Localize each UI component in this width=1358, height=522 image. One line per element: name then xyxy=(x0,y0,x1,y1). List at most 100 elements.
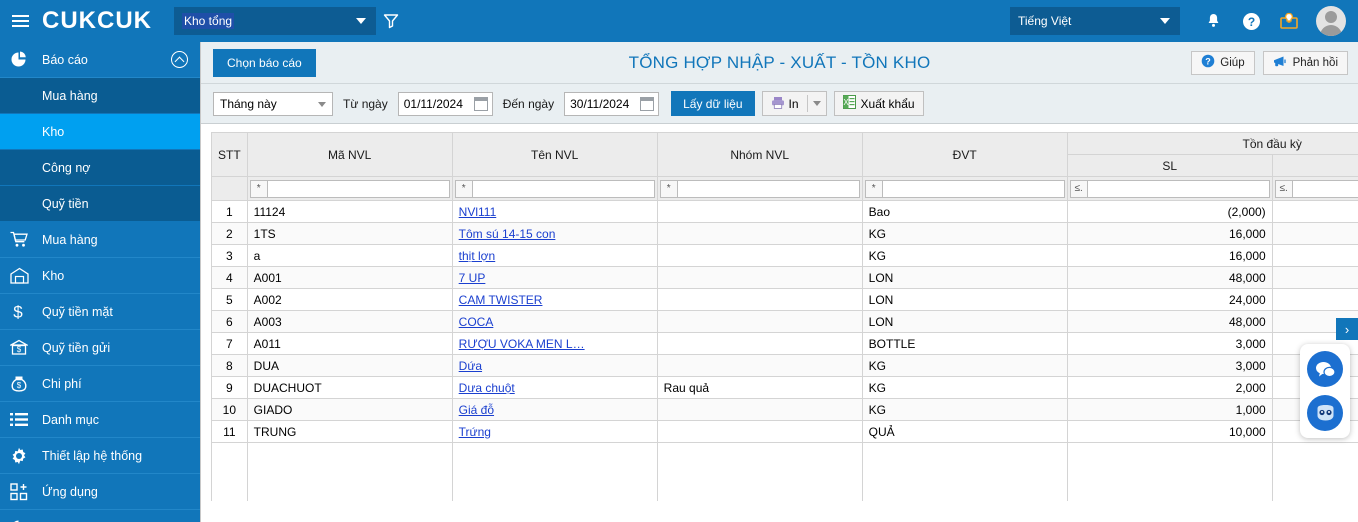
help-circle-icon[interactable]: ? xyxy=(1232,0,1270,42)
table-row[interactable]: 9DUACHUOTDưa chuộtRau quảKG2,00020.0000,… xyxy=(211,376,1358,399)
col-header-dvt[interactable]: ĐVT xyxy=(861,132,1068,177)
material-name-link[interactable]: Dưa chuột xyxy=(459,381,515,395)
sidebar-item-quy-tien-mat[interactable]: $ Quỹ tiền mặt xyxy=(0,294,200,330)
bell-icon[interactable] xyxy=(1194,0,1232,42)
filter-op-nhom-nvl[interactable]: * xyxy=(659,179,678,198)
table-row[interactable]: 4A0017 UPLON48,000360.0000,00000,000 xyxy=(211,266,1358,289)
cell-stt: 9 xyxy=(211,376,248,399)
cell-stt: 3 xyxy=(211,244,248,267)
col-header-ten-nvl[interactable]: Tên NVL xyxy=(451,132,658,177)
table-row[interactable]: 3athịt lợnKG16,000750.0000,00000,000 xyxy=(211,244,1358,267)
material-name-link[interactable]: Tôm sú 14-15 con xyxy=(459,227,556,241)
sidebar-item-cong-no[interactable]: Công nợ xyxy=(0,150,200,186)
sidebar-item-ung-dung[interactable]: Ứng dụng xyxy=(0,474,200,510)
table-row[interactable]: 5A002CAM TWISTERLON24,000196.8000,00000,… xyxy=(211,288,1358,311)
sidebar-item-label: Chi phí xyxy=(42,376,82,391)
warehouse-select[interactable]: Kho tổng xyxy=(174,7,376,35)
hamburger-icon[interactable] xyxy=(0,0,40,42)
choose-report-button[interactable]: Chọn báo cáo xyxy=(213,48,316,77)
filter-op-ton-dau-gt[interactable]: ≤. xyxy=(1274,179,1293,198)
material-name-link[interactable]: Dứa xyxy=(459,359,482,373)
col-header-ton-dau-gt[interactable]: Giá trị xyxy=(1271,154,1358,177)
table-row[interactable]: 21TSTôm sú 14-15 conKG16,0002.180.0000,0… xyxy=(211,222,1358,245)
to-date-input[interactable]: 30/11/2024 xyxy=(564,91,660,116)
col-header-stt[interactable]: STT xyxy=(211,132,248,177)
report-grid-container[interactable]: STT Mã NVL Tên NVL Nhóm NVL ĐVT Tồn đầu … xyxy=(211,132,1358,522)
help-button[interactable]: ? Giúp xyxy=(1191,50,1255,75)
table-row[interactable]: 7A011RƯỢU VOKA MEN L…BOTTLE3,0002.700.00… xyxy=(211,332,1358,355)
material-name-link[interactable]: thịt lợn xyxy=(459,249,496,263)
user-avatar[interactable] xyxy=(1316,6,1346,36)
cell-stt: 5 xyxy=(211,288,248,311)
sidebar-item-mua-hang-report[interactable]: Mua hàng xyxy=(0,78,200,114)
material-name-link[interactable]: NVl111 xyxy=(459,205,497,219)
load-data-button[interactable]: Lấy dữ liệu xyxy=(671,91,755,116)
print-button[interactable]: In xyxy=(761,91,827,116)
robot-face-icon[interactable] xyxy=(1307,395,1343,431)
shopping-cart-icon xyxy=(10,231,38,248)
export-button[interactable]: X Xuất khẩu xyxy=(833,91,924,116)
funnel-icon[interactable] xyxy=(376,7,406,35)
material-name-link[interactable]: COCA xyxy=(459,315,494,329)
sidebar-item-quy-tien-gui[interactable]: $ Quỹ tiền gửi xyxy=(0,330,200,366)
sidebar-item-label: Ứng dụng xyxy=(42,484,98,499)
language-select[interactable]: Tiếng Việt xyxy=(1010,7,1180,35)
cell-stt: 7 xyxy=(211,332,248,355)
feedback-button[interactable]: Phản hồi xyxy=(1262,50,1348,75)
sidebar-item-mua-hang[interactable]: Mua hàng xyxy=(0,222,200,258)
period-select-value: Tháng này xyxy=(220,96,277,111)
table-row[interactable]: 11TRUNGTrứngQUẢ10,00050.0000,00000,000 xyxy=(211,420,1358,443)
table-row[interactable]: 6A003COCALON48,000360.0000,00000,000 xyxy=(211,310,1358,333)
to-date-label: Đến ngày xyxy=(502,96,555,111)
chevron-down-icon[interactable] xyxy=(808,92,826,115)
from-date-input[interactable]: 01/11/2024 xyxy=(397,91,493,116)
table-row[interactable]: 8DUADứaKG3,00051.0000,00000,000 xyxy=(211,354,1358,377)
filter-op-ma-nvl[interactable]: * xyxy=(249,179,268,198)
filter-cell-ma-nvl: * xyxy=(246,176,453,201)
sidebar-item-quy-tien[interactable]: Quỹ tiền xyxy=(0,186,200,222)
sidebar-item-kho[interactable]: Kho xyxy=(0,258,200,294)
filter-op-ten-nvl[interactable]: * xyxy=(454,179,473,198)
material-name-link[interactable]: RƯỢU VOKA MEN L… xyxy=(459,337,585,351)
sidebar-item-danh-muc[interactable]: Danh mục xyxy=(0,402,200,438)
filter-input-ton-dau-gt[interactable] xyxy=(1292,179,1358,198)
chat-bubbles-icon[interactable] xyxy=(1307,351,1343,387)
sidebar-item-label: Kho xyxy=(42,268,65,283)
material-name-link[interactable]: Giá đỗ xyxy=(459,403,494,417)
material-name-link[interactable]: 7 UP xyxy=(459,271,486,285)
sidebar-item-kho-report[interactable]: Kho xyxy=(0,114,200,150)
period-select[interactable]: Tháng này xyxy=(213,91,333,116)
chevron-up-circle-icon[interactable] xyxy=(171,51,188,68)
sidebar-group-bao-cao[interactable]: Báo cáo xyxy=(0,42,200,78)
filter-input-ten-nvl[interactable] xyxy=(472,179,655,198)
filter-input-ma-nvl[interactable] xyxy=(267,179,450,198)
material-name-link[interactable]: CAM TWISTER xyxy=(459,293,543,307)
filter-op-dvt[interactable]: * xyxy=(864,179,883,198)
filter-op-ton-dau-sl[interactable]: ≤. xyxy=(1069,179,1088,198)
col-header-nhom-nvl[interactable]: Nhóm NVL xyxy=(656,132,863,177)
sidebar-item-thiet-lap-he-thong[interactable]: Thiết lập hệ thống xyxy=(0,438,200,474)
col-group-ton-dau-ky[interactable]: Tồn đầu kỳ xyxy=(1066,132,1358,155)
calendar-icon[interactable] xyxy=(473,96,488,111)
filter-input-ton-dau-sl[interactable] xyxy=(1087,179,1270,198)
question-circle-icon: ? xyxy=(1201,54,1215,71)
material-name-link[interactable]: Trứng xyxy=(459,425,491,439)
cell-ma-nvl: DUACHUOT xyxy=(246,376,453,399)
cell-dvt: KG xyxy=(861,398,1068,421)
money-bag-icon: $ xyxy=(10,375,38,393)
cell-nhom-nvl xyxy=(656,332,863,355)
cell-stt: 1 xyxy=(211,200,248,223)
calendar-icon[interactable] xyxy=(640,96,655,111)
col-header-ton-dau-sl[interactable]: SL xyxy=(1066,154,1273,177)
col-header-ma-nvl[interactable]: Mã NVL xyxy=(246,132,453,177)
filter-input-dvt[interactable] xyxy=(882,179,1065,198)
filter-input-nhom-nvl[interactable] xyxy=(677,179,860,198)
lightbulb-book-icon[interactable] xyxy=(1270,0,1308,42)
cell-ton-dau-sl: 3,000 xyxy=(1066,354,1273,377)
chevron-right-icon[interactable]: › xyxy=(1336,318,1358,340)
table-row[interactable]: 111124NVl111Bao(2,000)00,00000,000 xyxy=(211,200,1358,223)
sidebar-item-chi-phi[interactable]: $ Chi phí xyxy=(0,366,200,402)
sidebar: Báo cáo Mua hàng Kho Công nợ Quỹ tiền Mu… xyxy=(0,42,200,522)
table-row[interactable]: 10GIADOGiá đỗKG1,00010.0000,00000,000 xyxy=(211,398,1358,421)
sidebar-item-partial[interactable] xyxy=(0,510,200,522)
